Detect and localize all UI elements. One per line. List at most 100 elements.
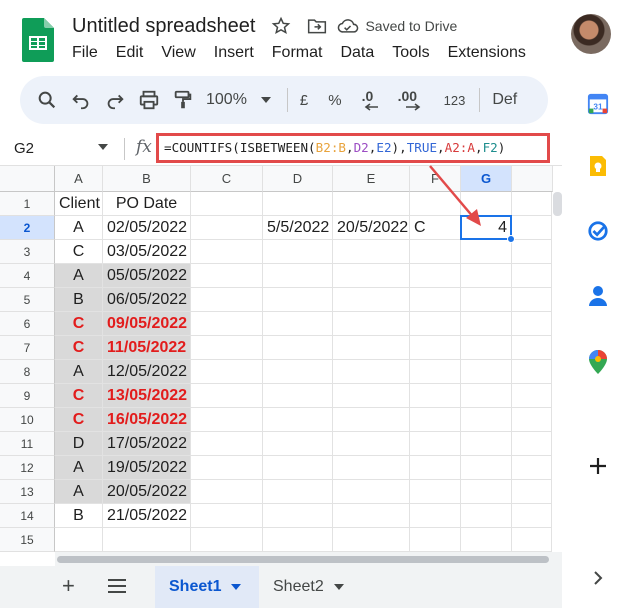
cell-a14[interactable]: B (55, 504, 103, 528)
cell-g13[interactable] (461, 480, 512, 504)
cell-d15[interactable] (263, 528, 333, 552)
menu-format[interactable]: Format (272, 44, 323, 64)
column-header-a[interactable]: A (55, 166, 103, 192)
menu-extensions[interactable]: Extensions (448, 44, 526, 64)
menu-view[interactable]: View (161, 44, 195, 64)
cell-h5[interactable] (512, 288, 552, 312)
cell-c3[interactable] (191, 240, 263, 264)
cell-c2[interactable] (191, 216, 263, 240)
cell-e1[interactable] (333, 192, 410, 216)
horizontal-scrollbar[interactable] (57, 556, 549, 563)
cell-c10[interactable] (191, 408, 263, 432)
cell-h4[interactable] (512, 264, 552, 288)
cell-e4[interactable] (333, 264, 410, 288)
cell-b3[interactable]: 03/05/2022 (103, 240, 191, 264)
cell-d12[interactable] (263, 456, 333, 480)
row-header-13[interactable]: 13 (0, 480, 55, 504)
cell-h2[interactable] (512, 216, 552, 240)
cell-h12[interactable] (512, 456, 552, 480)
cell-c15[interactable] (191, 528, 263, 552)
cell-e8[interactable] (333, 360, 410, 384)
cell-c6[interactable] (191, 312, 263, 336)
cell-f15[interactable] (410, 528, 461, 552)
column-header-d[interactable]: D (263, 166, 333, 192)
cell-h1[interactable] (512, 192, 552, 216)
cell-b14[interactable]: 21/05/2022 (103, 504, 191, 528)
column-header-partial[interactable] (512, 166, 553, 192)
cell-f8[interactable] (410, 360, 461, 384)
cell-g3[interactable] (461, 240, 512, 264)
column-header-f[interactable]: F (410, 166, 461, 192)
row-header-11[interactable]: 11 (0, 432, 55, 456)
keep-icon[interactable] (586, 154, 610, 178)
menu-data[interactable]: Data (340, 44, 374, 64)
cell-g8[interactable] (461, 360, 512, 384)
move-folder-icon[interactable] (307, 16, 327, 36)
cell-a8[interactable]: A (55, 360, 103, 384)
cell-e5[interactable] (333, 288, 410, 312)
redo-icon[interactable] (104, 86, 126, 114)
cell-e14[interactable] (333, 504, 410, 528)
cell-f4[interactable] (410, 264, 461, 288)
cell-b2[interactable]: 02/05/2022 (103, 216, 191, 240)
cell-e10[interactable] (333, 408, 410, 432)
avatar[interactable] (571, 14, 611, 54)
cell-f14[interactable] (410, 504, 461, 528)
cell-g9[interactable] (461, 384, 512, 408)
cell-h14[interactable] (512, 504, 552, 528)
menu-file[interactable]: File (72, 44, 98, 64)
name-box[interactable]: G2 (14, 140, 34, 157)
cell-d14[interactable] (263, 504, 333, 528)
cell-d4[interactable] (263, 264, 333, 288)
menu-tools[interactable]: Tools (392, 44, 429, 64)
cell-g10[interactable] (461, 408, 512, 432)
star-icon[interactable] (271, 16, 291, 36)
fill-handle[interactable] (507, 235, 515, 243)
cell-g12[interactable] (461, 456, 512, 480)
cell-h7[interactable] (512, 336, 552, 360)
cell-g1[interactable] (461, 192, 512, 216)
cell-f3[interactable] (410, 240, 461, 264)
menu-edit[interactable]: Edit (116, 44, 144, 64)
cell-a10[interactable]: C (55, 408, 103, 432)
chevron-down-icon[interactable] (98, 144, 108, 150)
cell-d8[interactable] (263, 360, 333, 384)
cell-d10[interactable] (263, 408, 333, 432)
cell-e15[interactable] (333, 528, 410, 552)
cell-e11[interactable] (333, 432, 410, 456)
cell-d11[interactable] (263, 432, 333, 456)
cell-f13[interactable] (410, 480, 461, 504)
cell-a5[interactable]: B (55, 288, 103, 312)
cell-g11[interactable] (461, 432, 512, 456)
add-sheet-icon[interactable]: + (62, 575, 75, 597)
cell-a9[interactable]: C (55, 384, 103, 408)
select-all-corner[interactable] (0, 166, 55, 192)
cell-a12[interactable]: A (55, 456, 103, 480)
cell-a4[interactable]: A (55, 264, 103, 288)
row-header-10[interactable]: 10 (0, 408, 55, 432)
row-header-7[interactable]: 7 (0, 336, 55, 360)
cell-e13[interactable] (333, 480, 410, 504)
cell-a15[interactable] (55, 528, 103, 552)
cell-a13[interactable]: A (55, 480, 103, 504)
calendar-icon[interactable]: 31 (586, 92, 610, 116)
vertical-scrollbar[interactable] (553, 192, 562, 216)
cell-f9[interactable] (410, 384, 461, 408)
menu-insert[interactable]: Insert (214, 44, 254, 64)
cell-h13[interactable] (512, 480, 552, 504)
cell-b15[interactable] (103, 528, 191, 552)
cell-a1[interactable]: Client (55, 192, 103, 216)
font-select[interactable]: Def (492, 86, 517, 114)
cell-b5[interactable]: 06/05/2022 (103, 288, 191, 312)
decrease-decimal-button[interactable]: .0 (360, 86, 384, 114)
cell-d5[interactable] (263, 288, 333, 312)
chevron-right-icon[interactable] (586, 566, 610, 590)
row-header-3[interactable]: 3 (0, 240, 55, 264)
formula-input[interactable]: =COUNTIFS(ISBETWEEN(B2:B,D2,E2),TRUE,A2:… (164, 140, 505, 155)
zoom-select[interactable]: 100% (206, 91, 271, 109)
cell-g4[interactable] (461, 264, 512, 288)
chevron-down-icon[interactable] (333, 584, 344, 590)
sheets-logo-icon[interactable] (22, 18, 54, 62)
cell-d2[interactable]: 5/5/2022 (263, 216, 333, 240)
cell-h10[interactable] (512, 408, 552, 432)
